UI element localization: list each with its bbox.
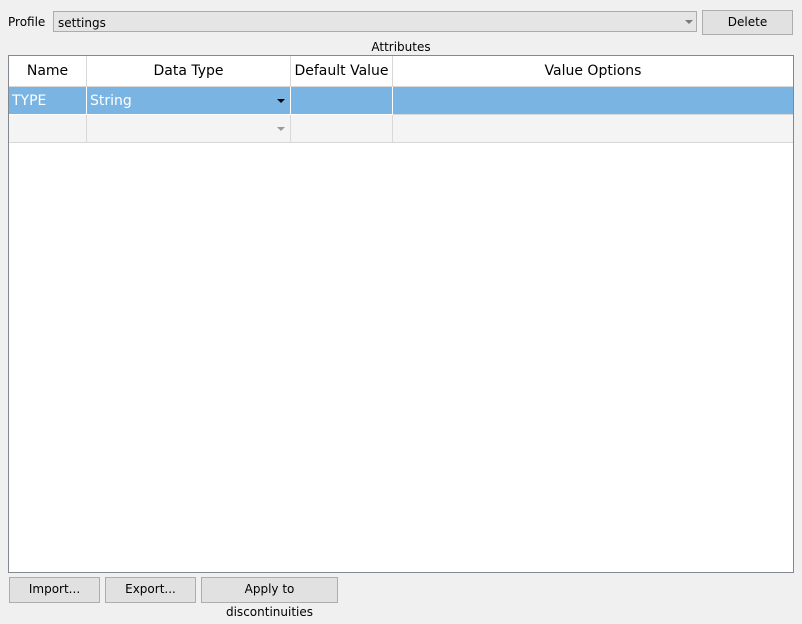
cell-value-options[interactable] — [393, 87, 793, 115]
cell-name[interactable] — [9, 115, 87, 143]
cell-value-options[interactable] — [393, 115, 793, 143]
profile-combobox[interactable]: settings — [53, 11, 697, 32]
profile-label: Profile — [8, 15, 46, 29]
dropdown-arrow-icon[interactable] — [277, 99, 285, 103]
data-type-value: String — [90, 92, 132, 109]
profile-value: settings — [58, 16, 106, 30]
cell-default-value[interactable] — [291, 115, 393, 143]
cell-data-type[interactable]: String — [87, 87, 291, 115]
cell-default-value[interactable] — [291, 87, 393, 115]
import-button[interactable]: Import... — [9, 577, 100, 603]
chevron-down-icon — [685, 20, 693, 24]
table-row[interactable] — [9, 115, 793, 143]
apply-to-discontinuities-button[interactable]: Apply to discontinuities — [201, 577, 338, 619]
table-header: Name Data Type Default Value Value Optio… — [9, 56, 793, 87]
table-row[interactable]: TYPE String — [9, 87, 793, 115]
column-header-default-value[interactable]: Default Value — [291, 56, 393, 87]
export-button[interactable]: Export... — [105, 577, 196, 603]
column-header-value-options[interactable]: Value Options — [393, 56, 793, 87]
delete-button[interactable]: Delete — [702, 10, 793, 35]
cell-data-type[interactable] — [87, 115, 291, 143]
cell-name[interactable]: TYPE — [9, 87, 87, 115]
attributes-table: Name Data Type Default Value Value Optio… — [8, 55, 794, 573]
attributes-title: Attributes — [371, 40, 431, 54]
column-header-data-type[interactable]: Data Type — [87, 56, 291, 87]
dropdown-arrow-icon[interactable] — [277, 127, 285, 131]
column-header-name[interactable]: Name — [9, 56, 87, 87]
